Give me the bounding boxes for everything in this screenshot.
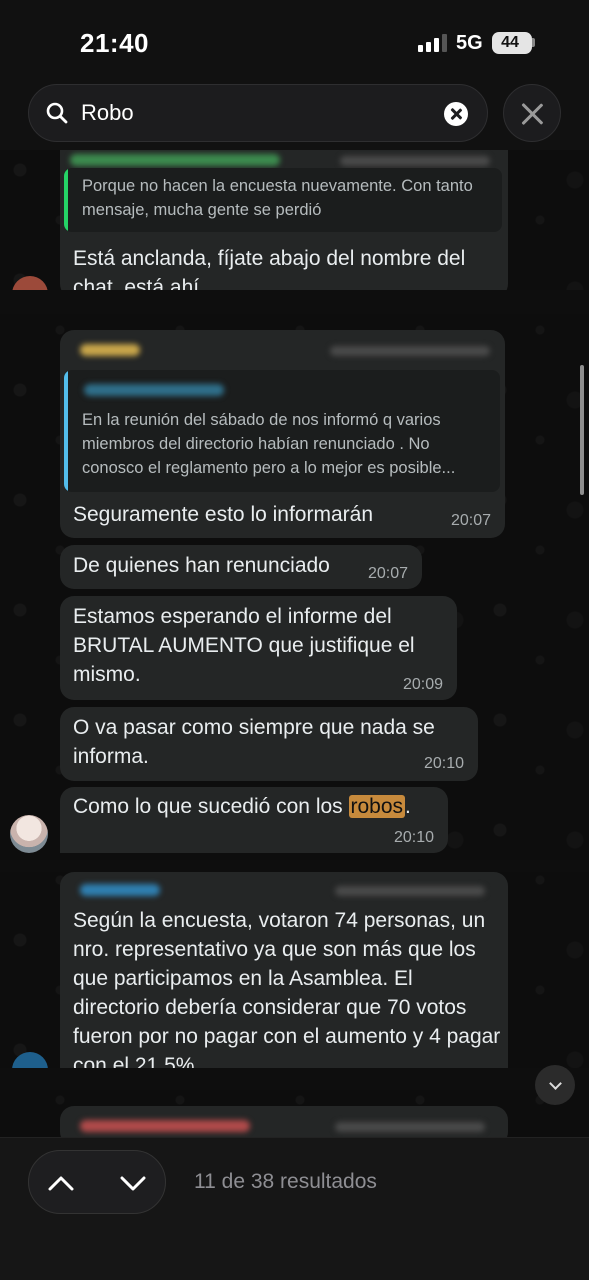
message-text-before: Como lo que sucedió con los (73, 795, 349, 818)
chevron-down-icon[interactable] (117, 1167, 149, 1199)
result-navigation (28, 1150, 166, 1214)
battery-tip (532, 38, 535, 47)
message-text: Según la encuesta, votaron 74 personas, … (73, 909, 501, 1072)
message-bubble[interactable]: De quienes han renunciado 20:07 (60, 545, 422, 589)
message-bubble[interactable]: Estamos esperando el informe del BRUTAL … (60, 596, 457, 700)
section-divider (0, 860, 589, 872)
status-bar: 21:40 5G 44 (0, 0, 589, 80)
quote-accent-bar (64, 370, 68, 492)
battery-icon: 44 (492, 32, 532, 54)
search-icon (46, 102, 68, 124)
message-time: 20:09 (402, 676, 443, 693)
sender-meta-blurred (330, 346, 490, 356)
quote-accent-bar (64, 168, 68, 232)
quote-sender-blurred (84, 384, 224, 396)
sender-name-blurred (70, 154, 280, 166)
message-text: O va pasar como siempre que nada se info… (73, 716, 435, 768)
close-search-button[interactable] (503, 84, 561, 142)
section-divider (0, 290, 589, 314)
quoted-message[interactable]: En la reunión del sábado de nos informó … (64, 370, 500, 492)
message-time: 20:07 (450, 512, 491, 529)
quote-text: En la reunión del sábado de nos informó … (82, 411, 456, 477)
search-query: Robo (81, 100, 134, 125)
message-text: Como lo que sucedió con los robos. (73, 792, 411, 821)
search-match-highlight: robos (348, 795, 406, 818)
status-time: 21:40 (80, 28, 149, 58)
message-bubble[interactable]: En la reunión del sábado de nos informó … (60, 330, 505, 538)
chevron-up-icon[interactable] (45, 1167, 77, 1199)
message-text: Estamos esperando el informe del BRUTAL … (73, 605, 415, 686)
quoted-message[interactable]: Porque no hacen la encuesta nuevamente. … (64, 168, 502, 232)
sender-name-blurred (80, 884, 160, 896)
sender-name-blurred (80, 344, 140, 356)
search-input[interactable]: Robo (28, 84, 488, 142)
scroll-indicator[interactable] (580, 365, 584, 495)
message-bubble-search-hit[interactable]: Como lo que sucedió con los robos. 20:10 (60, 787, 448, 853)
message-time: 20:10 (393, 829, 434, 846)
message-time: 20:10 (423, 755, 464, 772)
message-bubble[interactable]: O va pasar como siempre que nada se info… (60, 707, 478, 781)
section-divider (0, 1068, 589, 1090)
sender-meta-blurred (335, 1122, 485, 1132)
signal-icon (418, 34, 448, 52)
sender-name-blurred (80, 1120, 250, 1132)
results-count: 11 de 38 resultados (194, 1170, 377, 1193)
quote-text: Porque no hacen la encuesta nuevamente. … (82, 177, 473, 219)
battery-level: 44 (501, 34, 519, 51)
message-text: Seguramente esto lo informarán (73, 503, 373, 526)
message-bubble[interactable]: Según la encuesta, votaron 74 personas, … (60, 872, 508, 1072)
clear-icon[interactable] (444, 102, 468, 126)
message-text: De quienes han renunciado (73, 554, 330, 577)
message-bubble[interactable]: Porque no hacen la encuesta nuevamente. … (60, 150, 508, 298)
network-label: 5G (456, 32, 483, 54)
message-time: 20:07 (367, 565, 408, 582)
scroll-down-button[interactable] (535, 1065, 575, 1105)
sender-meta-blurred (335, 886, 485, 896)
search-results-bar: 11 de 38 resultados (0, 1137, 589, 1280)
avatar[interactable] (10, 815, 48, 853)
search-header: Robo (0, 80, 589, 150)
message-text-after: . (405, 795, 411, 818)
sender-meta-blurred (340, 156, 490, 166)
